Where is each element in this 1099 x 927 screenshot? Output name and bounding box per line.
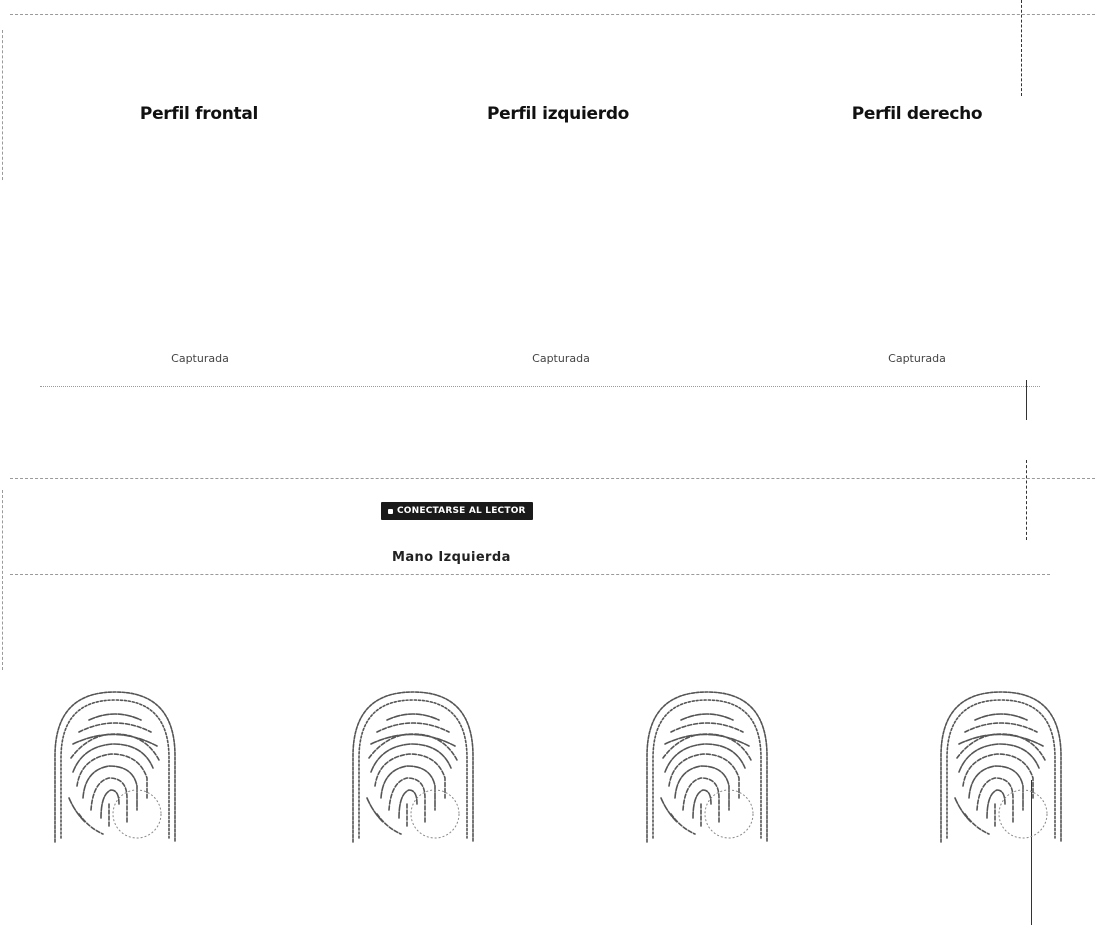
right-edge-line (1021, 0, 1022, 96)
lower-separator (10, 574, 1050, 575)
profile-right-status: Capturada (888, 352, 946, 365)
fingerprint-icon (646, 691, 768, 843)
connect-reader-label: CONECTARSE AL LECTOR (397, 506, 526, 516)
left-edge-line-lower (2, 490, 3, 670)
hand-title: Mano Izquierda (392, 550, 511, 565)
fingerprint-slot-2[interactable] (347, 686, 479, 848)
profile-right-title: Perfil derecho (851, 104, 983, 124)
right-edge-line-mid (1026, 460, 1027, 540)
profile-frontal-status: Capturada (171, 352, 229, 365)
plug-icon (388, 508, 393, 514)
profile-left-status: Capturada (532, 352, 590, 365)
fingerprint-slot-1[interactable] (49, 686, 181, 848)
connect-reader-button[interactable]: CONECTARSE AL LECTOR (381, 502, 533, 520)
faint-separator (40, 386, 1040, 387)
profile-left-title: Perfil izquierdo (486, 104, 630, 124)
left-edge-line (2, 30, 3, 180)
fingerprint-slot-4[interactable] (935, 686, 1067, 848)
profile-frontal-title: Perfil frontal (139, 104, 259, 124)
top-separator (10, 14, 1095, 15)
middle-separator (10, 478, 1095, 479)
fingerprint-icon (940, 691, 1062, 843)
fingerprint-icon (352, 691, 474, 843)
right-edge-tick (1026, 380, 1027, 420)
fingerprint-icon (54, 691, 176, 843)
fingerprint-slot-3[interactable] (641, 686, 773, 848)
